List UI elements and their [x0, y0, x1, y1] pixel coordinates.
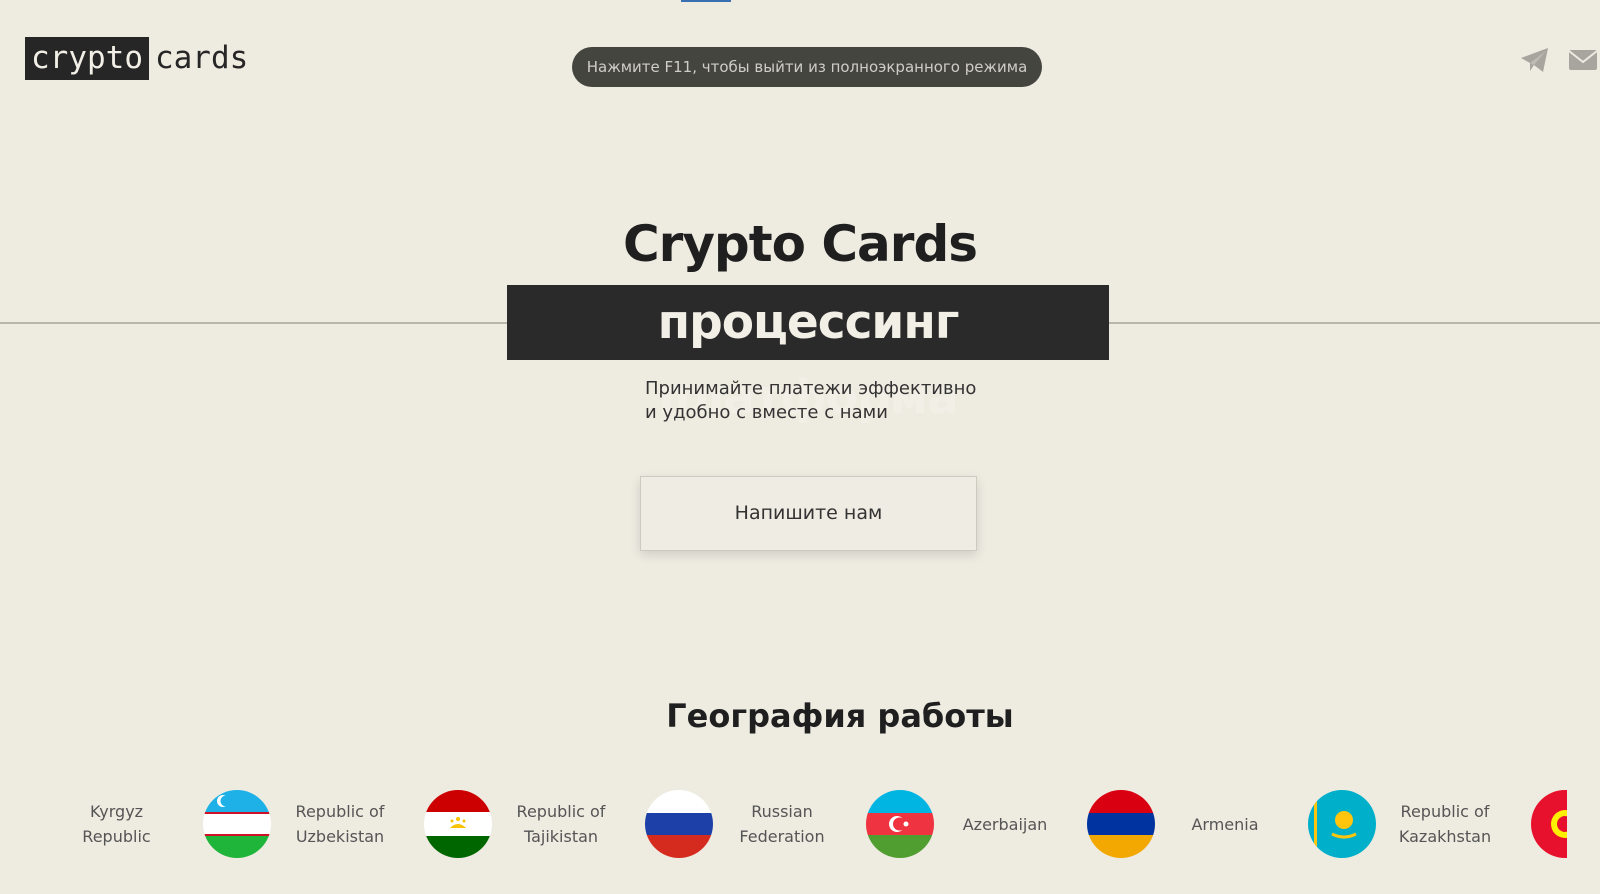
country-tajikistan: Republic of Tajikistan	[506, 790, 616, 858]
hero-subtitle: Принимайте платежи эффективно и удобно с…	[645, 377, 1005, 425]
country-uzbekistan: Republic of Uzbekistan	[285, 790, 395, 858]
kazakhstan-flag-icon	[1308, 790, 1376, 858]
country-label: Republic of Tajikistan	[506, 799, 616, 849]
site-logo[interactable]: crypto cards	[25, 37, 254, 80]
country-label: Republic of Kazakhstan	[1390, 799, 1500, 849]
country-label: Kyrgyz Republic	[54, 799, 179, 849]
tajikistan-flag-icon	[424, 790, 492, 858]
top-accent-bar	[681, 0, 731, 2]
hero-title: Crypto Cards	[622, 215, 978, 273]
country-name-line-1: Republic of	[1400, 802, 1490, 821]
country-label: Armenia	[1180, 812, 1270, 837]
armenia-flag-icon	[1087, 790, 1155, 858]
country-name-line-2: Federation	[739, 827, 825, 846]
country-russia: Russian Federation	[727, 790, 837, 858]
hero-subtitle-line-1: Принимайте платежи эффективно	[645, 378, 977, 399]
country-name-line-1: Republic of	[516, 802, 606, 821]
telegram-icon[interactable]	[1518, 46, 1552, 74]
uzbekistan-flag-icon	[203, 790, 271, 858]
country-azerbaijan: Azerbaijan	[955, 790, 1055, 858]
country-name-line-1: Azerbaijan	[962, 814, 1048, 834]
geography-title: География работы	[666, 697, 1014, 735]
country-label: Azerbaijan	[955, 812, 1055, 837]
hero-banner: процессинг платформа	[507, 285, 1109, 425]
contact-icons	[1518, 46, 1600, 74]
contact-us-button[interactable]: Напишите нам	[640, 476, 977, 551]
country-name-line-1: Russian	[751, 802, 813, 821]
country-label: Russian Federation	[727, 799, 837, 849]
azerbaijan-flag-icon	[866, 790, 934, 858]
country-name-line-2: Tajikistan	[523, 827, 599, 846]
country-name-line-2: Uzbekistan	[295, 827, 385, 846]
logo-light-part: cards	[154, 40, 249, 76]
hero-subtitle-line-2: и удобно с вместе с нами	[645, 402, 888, 423]
mail-icon[interactable]	[1566, 46, 1600, 74]
country-name-line-2: Kazakhstan	[1398, 827, 1492, 846]
country-label: Republic of Uzbekistan	[285, 799, 395, 849]
russia-flag-icon	[645, 790, 713, 858]
country-name-line-1: Kyrgyz Republic	[82, 802, 151, 846]
country-kazakhstan: Republic of Kazakhstan	[1390, 790, 1500, 858]
country-name-line-1: Republic of	[295, 802, 385, 821]
country-kyrgyz: Kyrgyz Republic	[54, 790, 179, 858]
country-armenia: Armenia	[1180, 790, 1270, 858]
logo-dark-part: crypto	[25, 37, 149, 80]
fullscreen-notice: Нажмите F11, чтобы выйти из полноэкранно…	[572, 47, 1042, 87]
country-name-line-1: Armenia	[1191, 814, 1259, 834]
